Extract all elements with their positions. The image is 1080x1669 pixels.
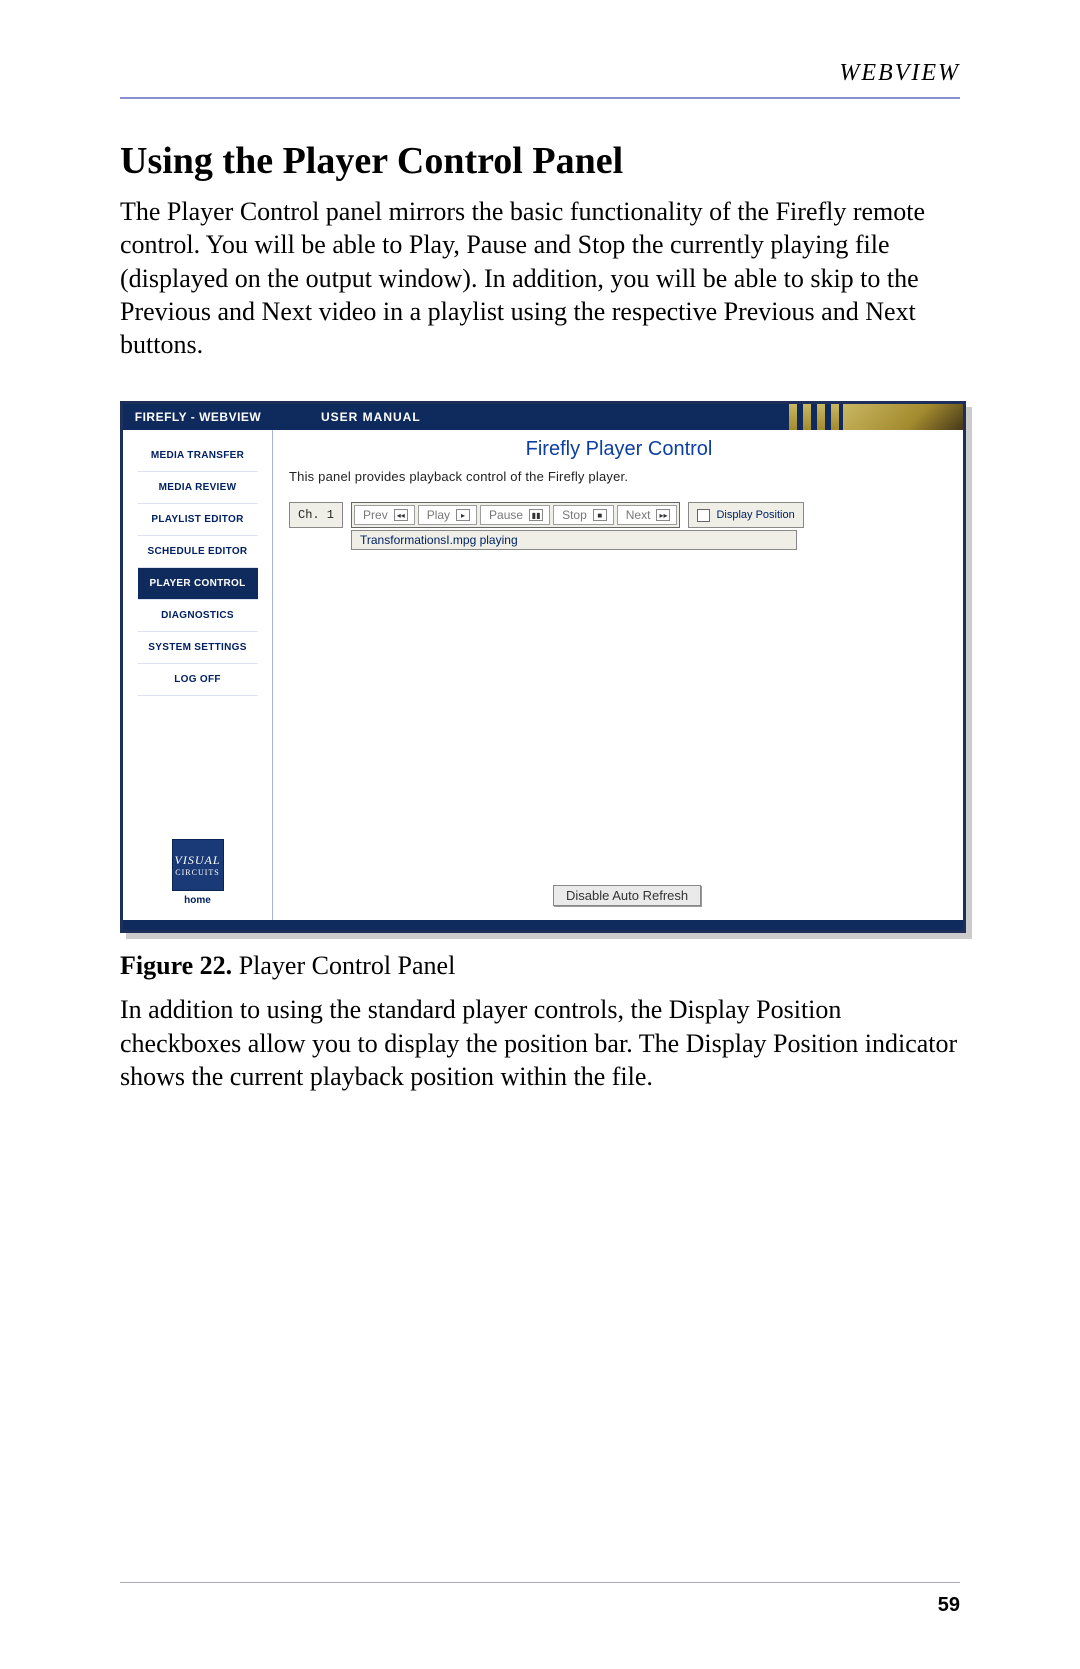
header-brand: FIREFLY - WEBVIEW [123, 404, 273, 430]
play-icon: ▸ [456, 509, 470, 521]
section-heading: Using the Player Control Panel [120, 139, 960, 183]
sidebar-item-schedule-editor[interactable]: SCHEDULE EDITOR [138, 536, 258, 568]
next-label: Next [626, 508, 651, 522]
sidebar-item-media-transfer[interactable]: MEDIA TRANSFER [138, 440, 258, 472]
next-icon: ▸▸ [656, 509, 670, 521]
display-position-checkbox[interactable] [697, 509, 710, 522]
figure-number: Figure 22. [120, 951, 232, 980]
header-title: USER MANUAL [273, 404, 789, 430]
next-button[interactable]: Next ▸▸ [617, 505, 678, 525]
screenshot-header: FIREFLY - WEBVIEW USER MANUAL [123, 404, 963, 430]
playback-buttons: Prev ◂◂ Play ▸ Pause ▮▮ Stop [351, 502, 680, 528]
header-decoration [789, 404, 963, 430]
sidebar: MEDIA TRANSFER MEDIA REVIEW PLAYLIST EDI… [123, 430, 273, 920]
display-position-label: Display Position [716, 509, 794, 521]
main-panel: Firefly Player Control This panel provid… [273, 430, 963, 920]
page-number: 59 [938, 1594, 960, 1617]
footer-rule [120, 1582, 960, 1583]
screenshot-footer-bar [123, 920, 963, 930]
status-row: TransformationsI.mpg playing [351, 530, 797, 550]
play-button[interactable]: Play ▸ [418, 505, 477, 525]
sidebar-item-log-off[interactable]: LOG OFF [138, 664, 258, 696]
followup-paragraph: In addition to using the standard player… [120, 993, 960, 1093]
logo-block: VISUAL CIRCUITS [172, 839, 224, 891]
channel-label: Ch. 1 [289, 502, 343, 528]
intro-paragraph: The Player Control panel mirrors the bas… [120, 195, 960, 361]
sidebar-item-system-settings[interactable]: SYSTEM SETTINGS [138, 632, 258, 664]
sidebar-item-playlist-editor[interactable]: PLAYLIST EDITOR [138, 504, 258, 536]
sidebar-logo: VISUAL CIRCUITS home [172, 839, 224, 906]
pause-icon: ▮▮ [529, 509, 543, 521]
prev-button[interactable]: Prev ◂◂ [354, 505, 415, 525]
prev-icon: ◂◂ [394, 509, 408, 521]
figure-title: Player Control Panel [232, 951, 455, 980]
panel-title: Firefly Player Control [289, 438, 949, 461]
prev-label: Prev [363, 508, 388, 522]
figure-caption: Figure 22. Player Control Panel [120, 951, 960, 981]
display-position-box: Display Position [688, 502, 803, 528]
sidebar-item-player-control[interactable]: PLAYER CONTROL [138, 568, 258, 600]
disable-auto-refresh-button[interactable]: Disable Auto Refresh [553, 885, 701, 906]
header-rule [120, 97, 960, 99]
pause-label: Pause [489, 508, 523, 522]
logo-text-top: VISUAL [175, 853, 221, 868]
sidebar-home-link[interactable]: home [172, 895, 224, 906]
sidebar-item-diagnostics[interactable]: DIAGNOSTICS [138, 600, 258, 632]
stop-button[interactable]: Stop ■ [553, 505, 614, 525]
running-head: WEBVIEW [120, 60, 960, 87]
sidebar-item-media-review[interactable]: MEDIA REVIEW [138, 472, 258, 504]
play-label: Play [427, 508, 450, 522]
stop-icon: ■ [593, 509, 607, 521]
control-row: Ch. 1 Prev ◂◂ Play ▸ Pause ▮▮ [289, 502, 949, 528]
panel-description: This panel provides playback control of … [289, 469, 949, 484]
logo-text-bottom: CIRCUITS [175, 868, 219, 877]
screenshot-frame: FIREFLY - WEBVIEW USER MANUAL MEDIA TRAN… [120, 401, 966, 933]
pause-button[interactable]: Pause ▮▮ [480, 505, 550, 525]
stop-label: Stop [562, 508, 587, 522]
